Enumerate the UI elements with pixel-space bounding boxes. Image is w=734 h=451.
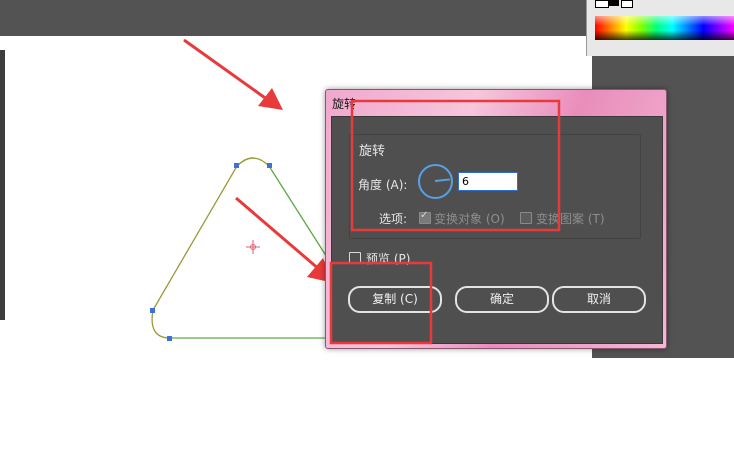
annotation-overlay (329, 99, 561, 345)
highlight-box (350, 99, 561, 232)
highlight-box (329, 261, 433, 345)
